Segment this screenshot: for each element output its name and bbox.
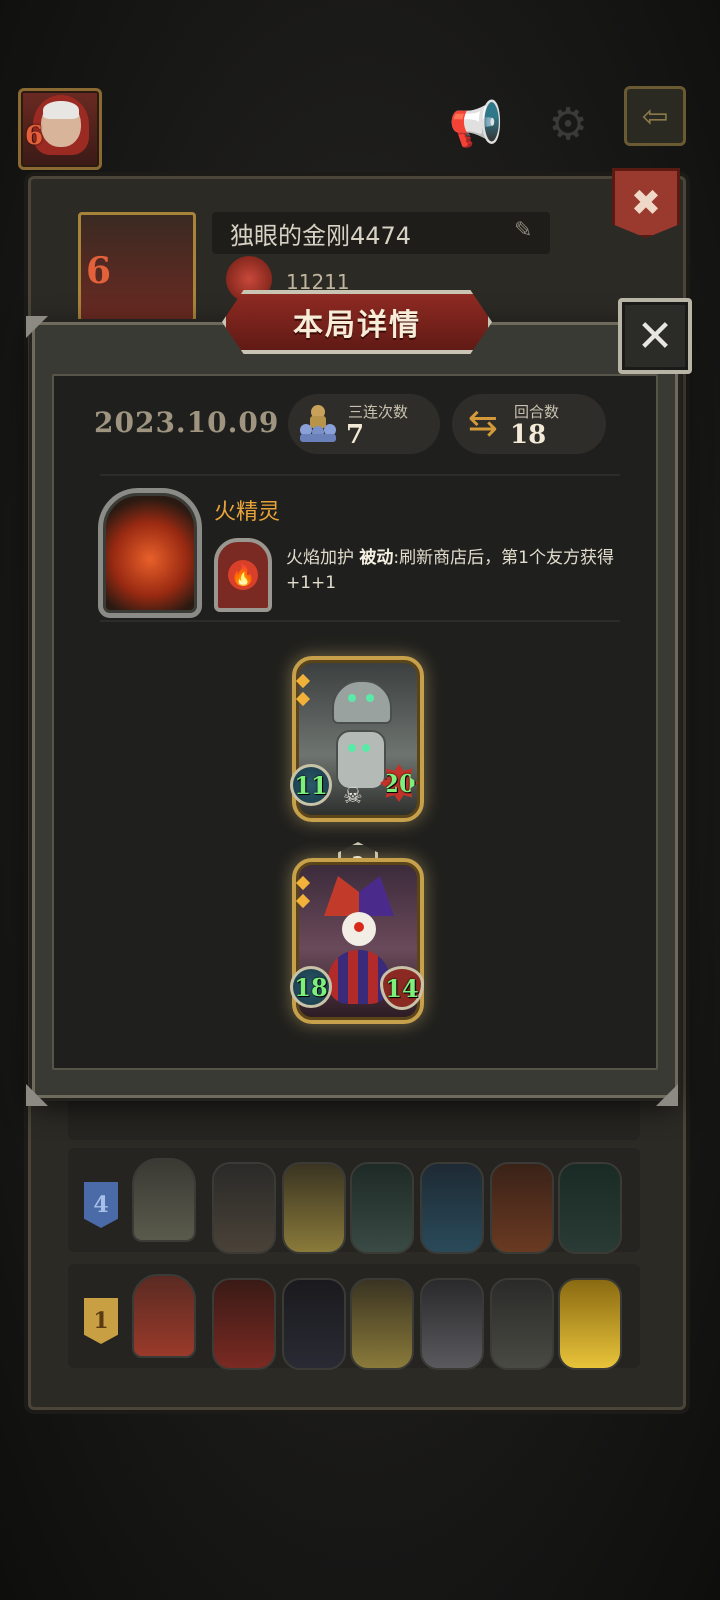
minion-thumbnail (212, 1162, 276, 1254)
rounds-label: 回合数 (514, 403, 560, 421)
profile-close-button[interactable]: ✖ (612, 168, 680, 238)
divider (100, 620, 620, 622)
minion-thumbnail (212, 1278, 276, 1370)
minion-attack: 18 (290, 966, 332, 1008)
match-date: 2023.10.09 (94, 406, 280, 439)
minion-thumbnail (282, 1278, 346, 1370)
player-level-badge: 6 (25, 121, 44, 151)
rounds-arrows-icon: ⇆ (467, 403, 499, 444)
minion-thumbnail (420, 1162, 484, 1254)
hero-thumbnail (132, 1274, 196, 1358)
hero-portrait[interactable] (98, 488, 202, 618)
modal-title: 本局详情 (293, 308, 421, 343)
triples-label: 三连次数 (348, 403, 409, 421)
minion-thumbnail (558, 1162, 622, 1254)
skull-icon: ☠ (343, 784, 363, 809)
match-row[interactable] (68, 1094, 640, 1140)
player-avatar[interactable]: 6 (18, 88, 102, 170)
hero-power-description: 火焰加护 被动:刷新商店后，第1个友方获得+1+1 (286, 546, 652, 596)
profile-level: 6 (86, 250, 112, 292)
gear-icon[interactable]: ⚙ (540, 96, 596, 152)
rounds-value: 18 (510, 420, 547, 450)
flame-icon: 🔥 (228, 560, 258, 590)
close-x-icon[interactable]: ✕ (618, 298, 692, 374)
profile-name: 独眼的金刚4474 (230, 222, 412, 250)
triples-value: 7 (346, 420, 365, 450)
hero-power-type: 被动 (359, 548, 394, 568)
minion-thumbnail (350, 1162, 414, 1254)
rank-badge: 4 (84, 1182, 118, 1228)
pencil-icon[interactable]: ✎ (514, 218, 532, 243)
hero-power-name: 火焰加护 (286, 548, 354, 568)
megaphone-icon[interactable]: 📢 (448, 96, 504, 152)
hero-thumbnail (132, 1158, 196, 1242)
rank-badge: 1 (84, 1298, 118, 1344)
minion-thumbnail (490, 1162, 554, 1254)
divider (100, 474, 620, 476)
exit-arrow-icon[interactable]: ⇦ (624, 86, 686, 146)
hero-name: 火精灵 (214, 500, 281, 525)
triple-icon (300, 405, 336, 442)
minion-thumbnail (558, 1278, 622, 1370)
minion-attack: 11 (290, 764, 332, 806)
minion-thumbnail (350, 1278, 414, 1370)
hero-power-icon[interactable]: 🔥 (214, 538, 272, 612)
modal-title-ribbon: 本局详情 (222, 290, 492, 354)
minion-thumbnail (420, 1278, 484, 1370)
minion-thumbnail (490, 1278, 554, 1370)
minion-thumbnail (282, 1162, 346, 1254)
